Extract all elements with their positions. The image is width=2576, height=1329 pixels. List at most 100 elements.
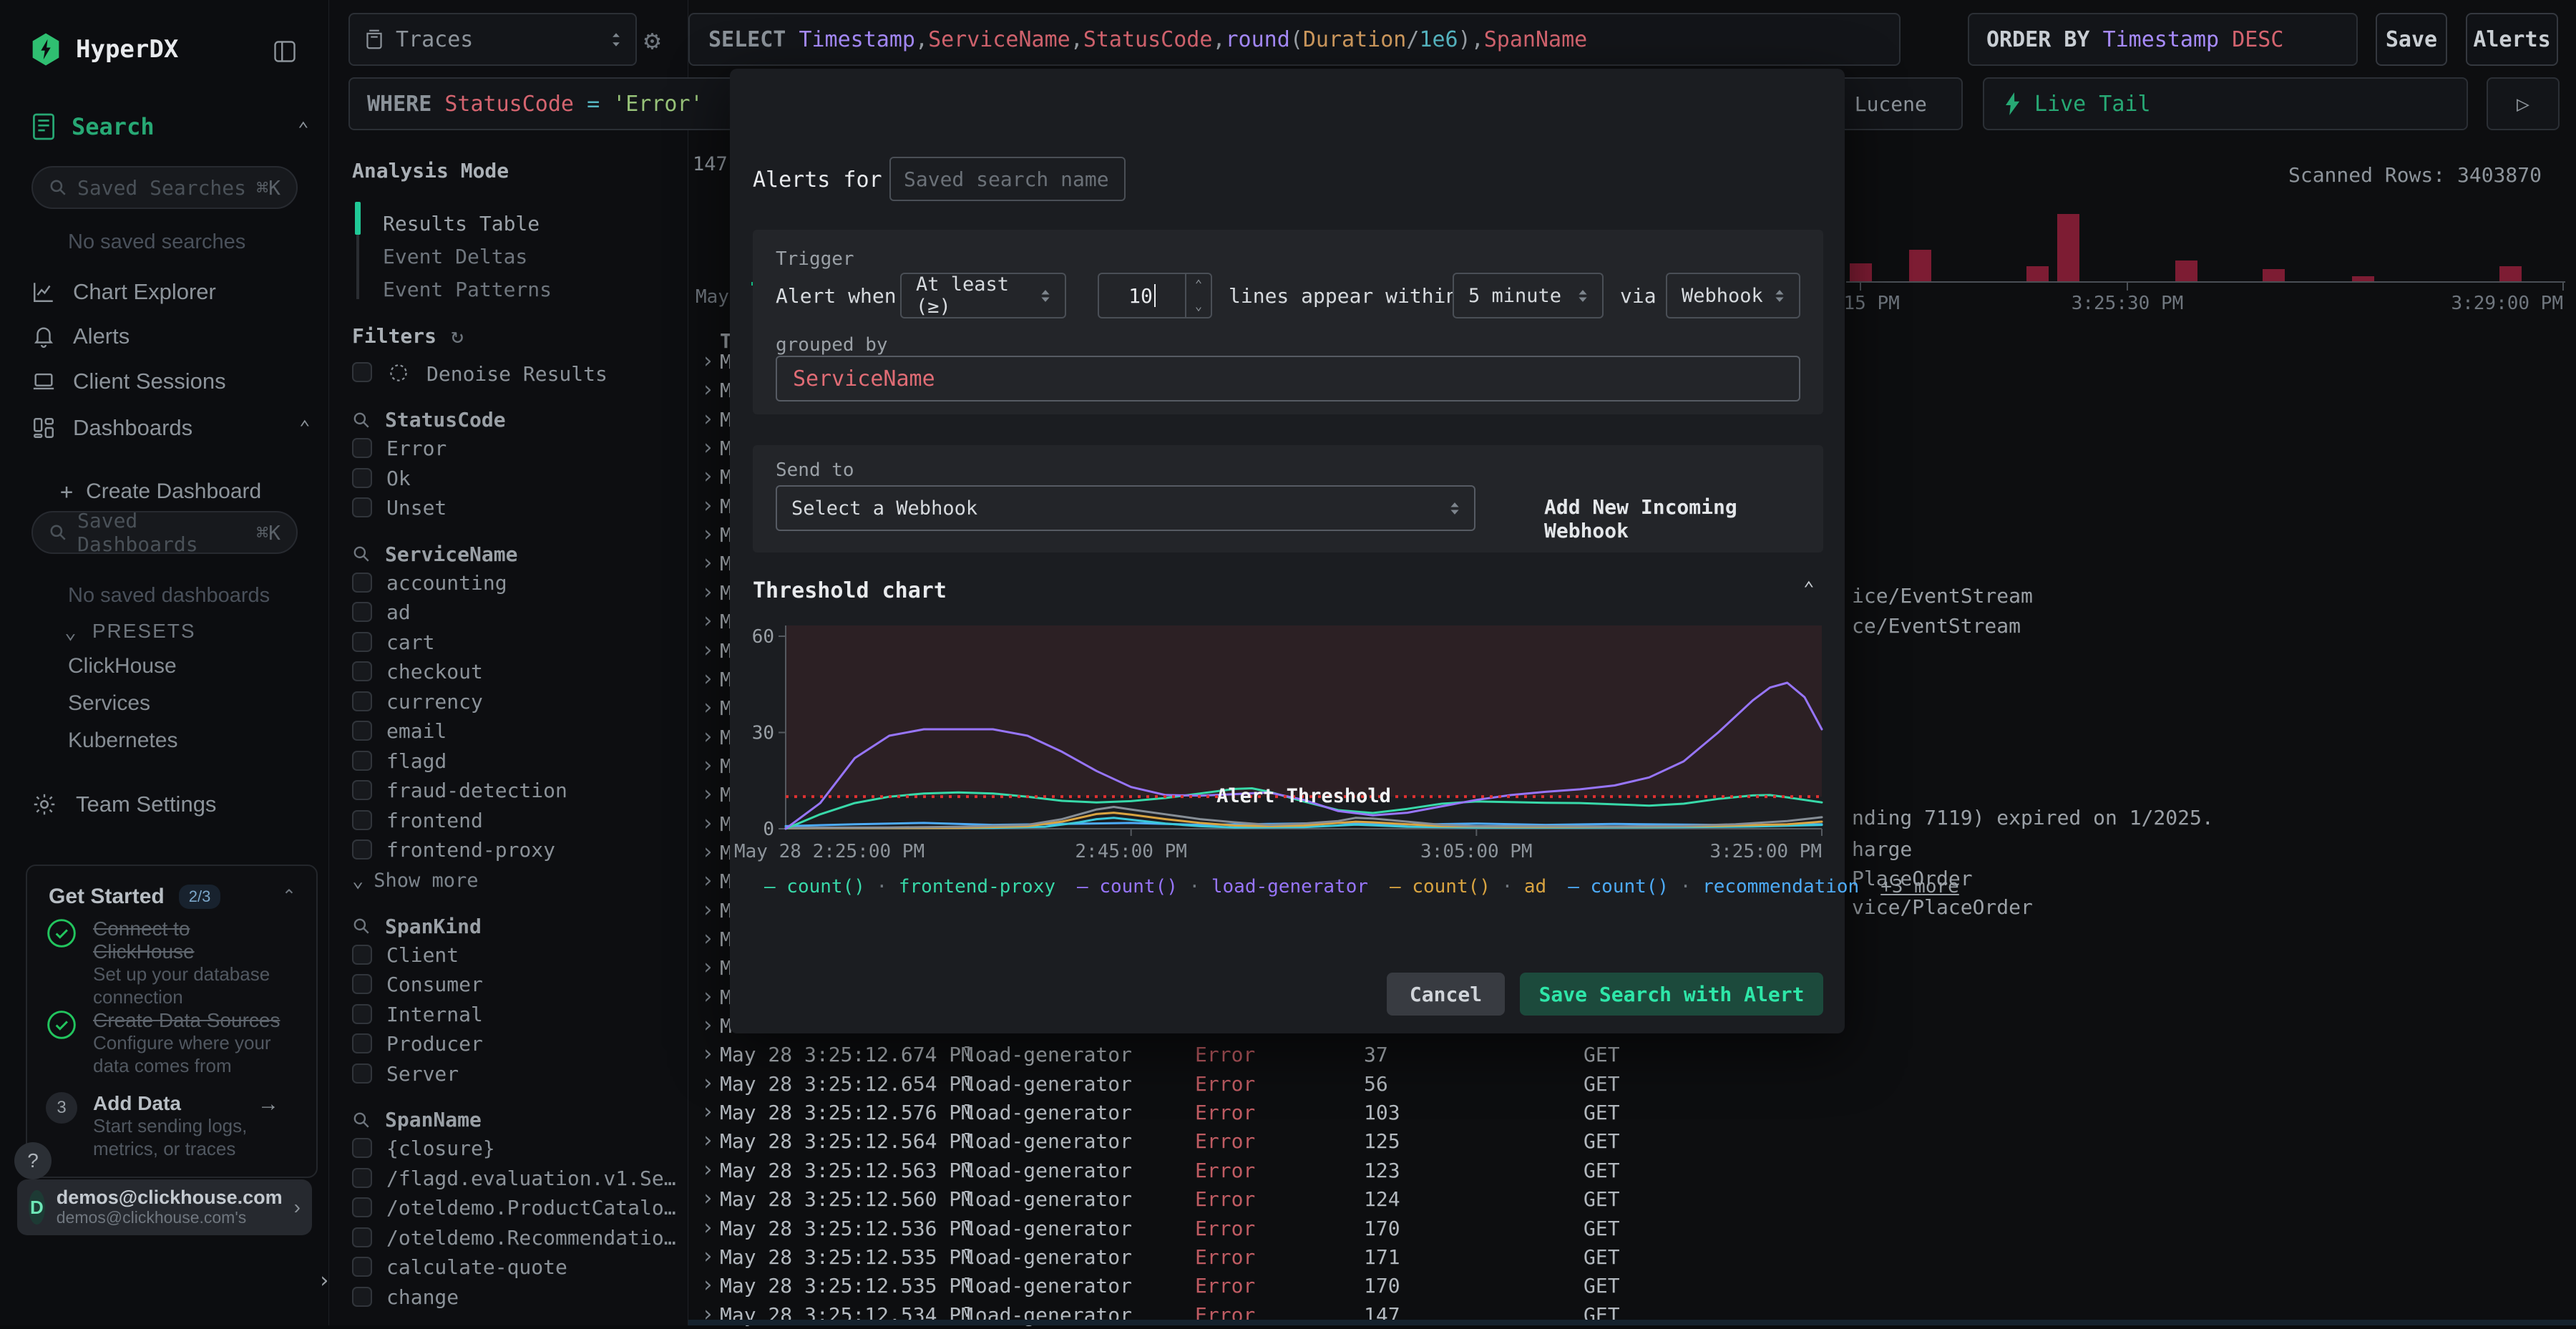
- mode-event-deltas[interactable]: Event Deltas: [383, 245, 527, 268]
- table-row[interactable]: › May 28 3:25:12.563 PM load-generator Erro…: [688, 1156, 2576, 1184]
- filter-option-unset[interactable]: Unset: [386, 496, 447, 520]
- expand-row-icon[interactable]: ›: [701, 1186, 714, 1211]
- cancel-button[interactable]: Cancel: [1387, 973, 1505, 1016]
- filter-option-consumer[interactable]: Consumer: [386, 973, 483, 996]
- filter-checkbox[interactable]: [352, 944, 372, 965]
- expand-row-icon[interactable]: ›: [701, 1041, 714, 1066]
- filter-option-error[interactable]: Error: [386, 437, 447, 460]
- expand-row-icon[interactable]: ›: [701, 782, 714, 807]
- filter-group-spanname[interactable]: SpanName: [352, 1108, 482, 1131]
- table-row[interactable]: › May 28 3:25:12.560 PM load-generator Erro…: [688, 1184, 2576, 1213]
- chevron-up-icon[interactable]: ⌃: [1803, 578, 1815, 600]
- arrow-right-icon[interactable]: →: [258, 1092, 279, 1116]
- filter-checkbox[interactable]: [352, 750, 372, 771]
- preset-services[interactable]: Services: [68, 691, 150, 716]
- chevron-up-icon[interactable]: ⌃: [298, 119, 309, 140]
- filter-group-spankind[interactable]: SpanKind: [352, 915, 482, 938]
- save-button[interactable]: Save: [2376, 13, 2447, 66]
- expand-row-icon[interactable]: ›: [701, 1013, 714, 1038]
- grouped-by-input[interactable]: ServiceName: [776, 356, 1800, 401]
- filter-option-ad[interactable]: ad: [386, 600, 411, 624]
- filter-checkbox[interactable]: [352, 1257, 372, 1277]
- expand-row-icon[interactable]: ›: [701, 550, 714, 575]
- filter-checkbox[interactable]: [352, 1286, 372, 1307]
- filter-checkbox[interactable]: [352, 572, 372, 593]
- filter-checkbox[interactable]: [352, 691, 372, 711]
- filter-option-change[interactable]: change: [386, 1285, 459, 1309]
- select-query-input[interactable]: SELECT Timestamp,ServiceName,StatusCode,…: [688, 13, 1901, 66]
- filter-option-currency[interactable]: currency: [386, 690, 483, 714]
- expand-row-icon[interactable]: ›: [701, 1157, 714, 1182]
- saved-search-name-input[interactable]: Saved search name: [889, 157, 1126, 201]
- filter-option-client[interactable]: Client: [386, 943, 459, 967]
- filter-option-producer[interactable]: Producer: [386, 1032, 483, 1056]
- operator-select[interactable]: At least (≥): [900, 273, 1066, 318]
- filter-option-calculate-quote[interactable]: calculate-quote: [386, 1255, 567, 1279]
- filter-group-servicename[interactable]: ServiceName: [352, 542, 517, 566]
- channel-select[interactable]: Webhook: [1666, 273, 1800, 318]
- expand-row-icon[interactable]: ›: [701, 695, 714, 720]
- legend-item[interactable]: — count() · ad: [1390, 876, 1546, 897]
- filter-checkbox[interactable]: [352, 1197, 372, 1217]
- lucene-toggle[interactable]: Lucene: [1855, 92, 1927, 116]
- presets-toggle[interactable]: ⌄ PRESETS: [64, 620, 196, 643]
- filter-checkbox[interactable]: [352, 1063, 372, 1084]
- get-started-step-1[interactable]: Connect to ClickHouse Set up your database…: [46, 917, 301, 1008]
- show-more-toggle[interactable]: ⌄ Show more: [352, 870, 479, 892]
- filter-option-flagd[interactable]: flagd: [386, 749, 447, 773]
- create-dashboard-button[interactable]: + Create Dashboard: [60, 479, 261, 505]
- expand-row-icon[interactable]: ›: [701, 1071, 714, 1096]
- table-row[interactable]: › May 28 3:25:12.564 PM load-generator Erro…: [688, 1126, 2576, 1155]
- sidebar-collapse-icon[interactable]: [272, 39, 298, 64]
- filter-checkbox[interactable]: [352, 721, 372, 741]
- filter-checkbox[interactable]: [352, 1227, 372, 1247]
- filter-checkbox[interactable]: [352, 780, 372, 800]
- mode-event-patterns[interactable]: Event Patterns: [383, 278, 552, 301]
- filter-option-accounting[interactable]: accounting: [386, 571, 507, 595]
- play-button[interactable]: ▷: [2487, 77, 2560, 130]
- gear-icon[interactable]: ⚙: [644, 24, 660, 56]
- expand-row-icon[interactable]: ›: [701, 493, 714, 518]
- expand-row-icon[interactable]: ›: [701, 724, 714, 749]
- filter-option-cart[interactable]: cart: [386, 631, 434, 654]
- filter-checkbox[interactable]: [352, 438, 372, 458]
- sidebar-item-client-sessions[interactable]: Client Sessions: [31, 369, 226, 394]
- filter-option-frontend[interactable]: frontend: [386, 809, 483, 832]
- expand-row-icon[interactable]: ›: [701, 1244, 714, 1269]
- sidebar-item-team-settings[interactable]: Team Settings: [31, 792, 216, 817]
- expand-row-icon[interactable]: ›: [701, 1128, 714, 1153]
- add-webhook-button[interactable]: Add New Incoming Webhook: [1544, 495, 1823, 542]
- filter-option--oteldemo-productcatalo-[interactable]: /oteldemo.ProductCatalo…: [386, 1196, 676, 1220]
- filter-checkbox[interactable]: [352, 1033, 372, 1053]
- refresh-icon[interactable]: ↻: [451, 323, 464, 349]
- expand-row-icon[interactable]: ›: [701, 1099, 714, 1124]
- expand-row-icon[interactable]: ›: [701, 407, 714, 432]
- denoise-label[interactable]: Denoise Results: [426, 362, 608, 386]
- filter-checkbox[interactable]: [352, 497, 372, 517]
- filter-option--closure-[interactable]: {closure}: [386, 1136, 495, 1160]
- filter-option--oteldemo-recommendatio-[interactable]: /oteldemo.Recommendatio…: [386, 1226, 676, 1250]
- source-select[interactable]: Traces: [348, 13, 637, 66]
- expand-row-icon[interactable]: ›: [701, 1215, 714, 1240]
- expand-row-icon[interactable]: ›: [701, 1272, 714, 1298]
- filter-option-fraud-detection[interactable]: fraud-detection: [386, 779, 567, 802]
- webhook-select[interactable]: Select a Webhook: [776, 485, 1475, 531]
- orderby-input[interactable]: ORDER BY Timestamp DESC: [1968, 13, 2358, 66]
- help-button[interactable]: ?: [14, 1142, 52, 1179]
- expand-row-icon[interactable]: ›: [701, 984, 714, 1009]
- expand-row-icon[interactable]: ›: [701, 638, 714, 663]
- table-row[interactable]: › May 28 3:25:12.535 PM load-generator Erro…: [688, 1242, 2576, 1271]
- filter-checkbox[interactable]: [352, 839, 372, 860]
- sidebar-item-chart-explorer[interactable]: Chart Explorer: [31, 279, 216, 305]
- number-stepper[interactable]: ⌃ ⌄: [1185, 274, 1211, 317]
- saved-searches-input[interactable]: Saved Searches ⌘K: [31, 166, 298, 209]
- legend-item[interactable]: — count() · frontend-proxy: [764, 876, 1055, 897]
- legend-more-link[interactable]: +3 more: [1880, 876, 1959, 897]
- filter-checkbox[interactable]: [352, 631, 372, 652]
- filter-option-internal[interactable]: Internal: [386, 1003, 483, 1026]
- legend-item[interactable]: — count() · load-generator: [1077, 876, 1368, 897]
- filter-checkbox[interactable]: [352, 1003, 372, 1024]
- preset-clickhouse[interactable]: ClickHouse: [68, 654, 177, 678]
- table-row[interactable]: › May 28 3:25:12.576 PM load-generator Erro…: [688, 1098, 2576, 1126]
- expand-row-icon[interactable]: ›: [701, 955, 714, 980]
